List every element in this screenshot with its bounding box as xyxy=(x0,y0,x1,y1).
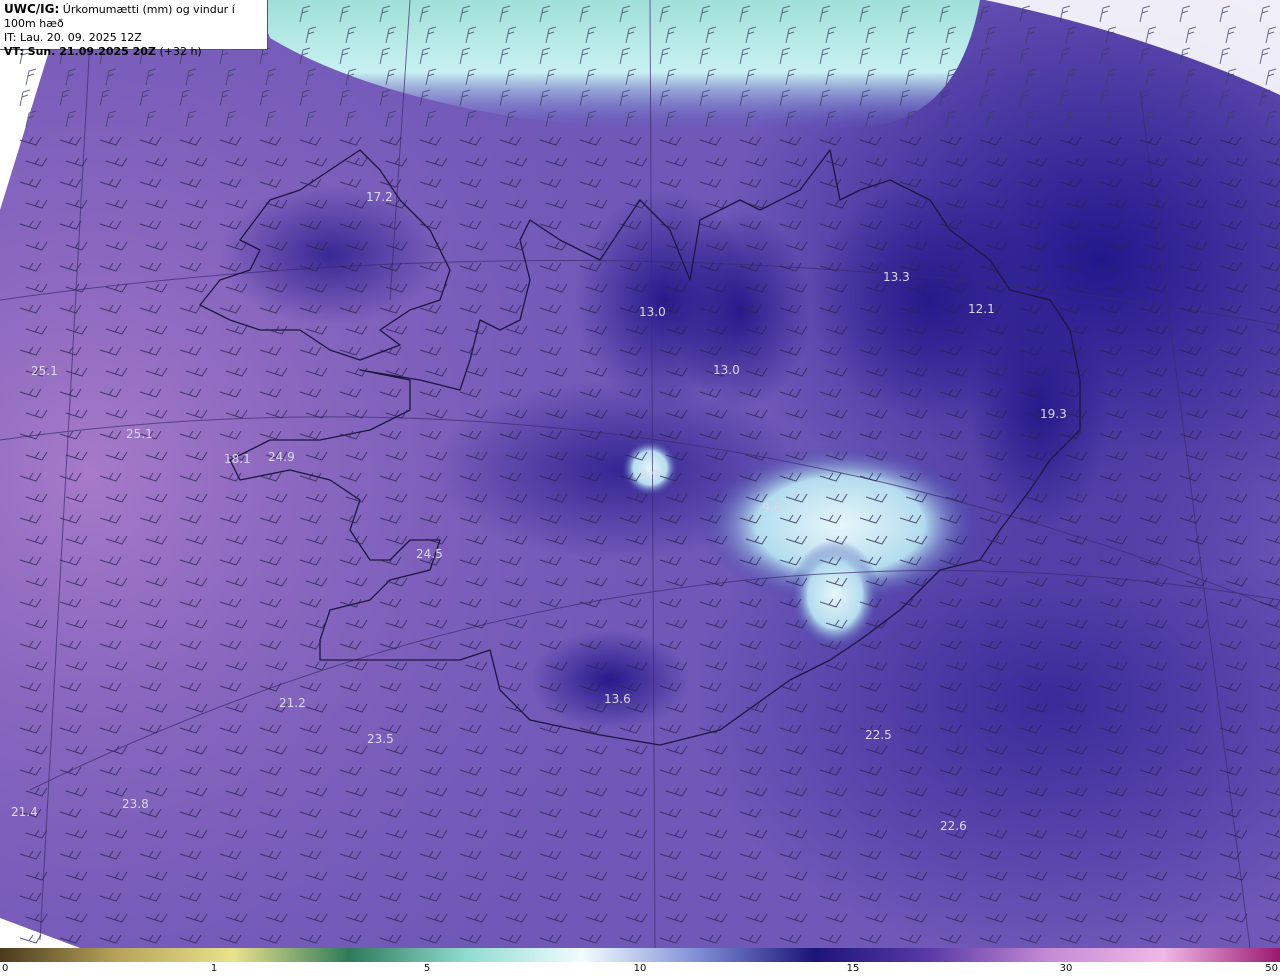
colorbar-tick: 30 xyxy=(1059,963,1073,974)
colorbar-tick: 5 xyxy=(423,963,431,974)
value-label: 22.6 xyxy=(940,819,967,833)
eyjafjordur-field xyxy=(670,210,810,410)
colorbar-tick: 15 xyxy=(846,963,860,974)
value-label: 24.9 xyxy=(268,450,295,464)
value-label: 21.4 xyxy=(11,805,38,819)
value-label: 13.0 xyxy=(639,305,666,319)
precipitation-wind-map: 17.2 25.1 25.1 18.1 24.9 24.5 13.0 13.0 … xyxy=(0,0,1280,948)
colorbar-gradient xyxy=(0,948,1280,962)
south-highland-field xyxy=(530,630,690,730)
value-label: 17.2 xyxy=(366,190,393,204)
value-label: 13.0 xyxy=(713,363,740,377)
vatnajokull-south-tongue xyxy=(790,540,880,650)
value-label: 13.3 xyxy=(883,270,910,284)
value-label: 23.8 xyxy=(122,797,149,811)
value-label: 23.5 xyxy=(367,732,394,746)
value-label: 18.1 xyxy=(224,452,251,466)
value-label: 25.1 xyxy=(31,364,58,378)
colorbar-tick: 50 xyxy=(1265,963,1278,974)
initial-time: IT: Lau. 20. 09. 2025 12Z xyxy=(4,31,142,44)
value-label: 19.3 xyxy=(1040,407,1067,421)
valid-time-line: VT: Sun. 21.09.2025 20Z (+32 h) xyxy=(4,45,263,59)
forecast-offset: (+32 h) xyxy=(159,45,202,58)
forecast-map: 17.2 25.1 25.1 18.1 24.9 24.5 13.0 13.0 … xyxy=(0,0,1280,978)
value-label: 24.5 xyxy=(416,547,443,561)
product-code: UWC/IG: xyxy=(4,2,60,16)
colorbar-legend: 0 1 5 10 15 30 50 xyxy=(0,948,1280,978)
valid-time: VT: Sun. 21.09.2025 20Z xyxy=(4,45,156,58)
map-header: UWC/IG: Úrkomumætti (mm) og vindur í 100… xyxy=(0,0,268,58)
colorbar-tick: 1 xyxy=(210,963,218,974)
value-label: 22.5 xyxy=(865,728,892,742)
value-label: 12.1 xyxy=(968,302,995,316)
westfjords-field xyxy=(220,185,440,325)
value-label: 9.9 xyxy=(640,468,659,482)
colorbar-tick: 0 xyxy=(2,963,9,974)
value-label: 21.2 xyxy=(279,696,306,710)
value-label: 9.6 xyxy=(762,501,781,515)
colorbar-tick: 10 xyxy=(633,963,647,974)
value-label: 25.1 xyxy=(126,427,153,441)
map-title-line: UWC/IG: Úrkomumætti (mm) og vindur í 100… xyxy=(4,2,263,31)
value-label: 13.6 xyxy=(604,692,631,706)
